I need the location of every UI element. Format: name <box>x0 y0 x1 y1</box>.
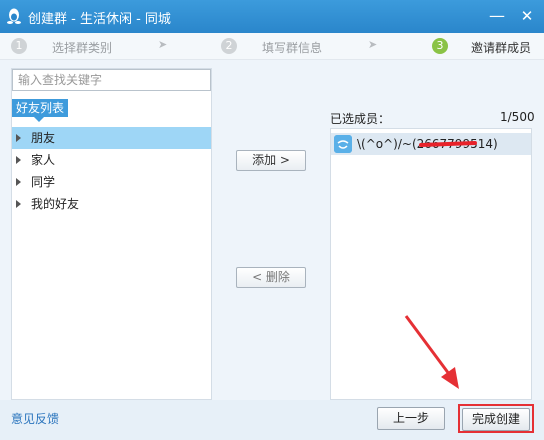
member-count: 1/500 <box>500 110 535 124</box>
group-label: 家人 <box>31 153 56 167</box>
group-item-my-friends[interactable]: 我的好友 <box>12 193 211 215</box>
group-item-classmates[interactable]: 同学 <box>12 171 211 193</box>
create-group-window: 创建群 - 生活休闲 - 同城 — ✕ 1 选择群类别 ➤ 2 填写群信息 ➤ … <box>0 0 544 440</box>
friend-list-panel: 好友列表 朋友 家人 同学 我的好友 <box>11 68 212 400</box>
expand-caret-icon[interactable] <box>16 156 21 164</box>
step-3-number: 3 <box>432 38 448 54</box>
tab-friend-list[interactable]: 好友列表 <box>12 99 69 117</box>
step-2-label: 填写群信息 <box>262 41 323 55</box>
main-body: 好友列表 朋友 家人 同学 我的好友 添加 > < 删除 已选成员： 1/500 <box>0 60 544 400</box>
wizard-steps: 1 选择群类别 ➤ 2 填写群信息 ➤ 3 邀请群成员 <box>0 33 544 60</box>
tab-caret-icon <box>34 117 44 122</box>
title-bar: 创建群 - 生活休闲 - 同城 — ✕ <box>0 0 544 33</box>
avatar <box>334 135 352 153</box>
search-input[interactable] <box>12 69 211 91</box>
step-arrow-icon: ➤ <box>158 38 168 51</box>
step-3-label: 邀请群成员 <box>471 41 532 55</box>
feedback-link[interactable]: 意见反馈 <box>11 410 59 427</box>
previous-step-button[interactable]: 上一步 <box>377 407 445 430</box>
group-item-family[interactable]: 家人 <box>12 149 211 171</box>
group-label: 朋友 <box>31 131 56 145</box>
add-member-button[interactable]: 添加 > <box>236 150 306 171</box>
step-arrow-icon: ➤ <box>368 38 378 51</box>
list-item[interactable]: \(^o^)/~(2667799514) <box>331 133 531 155</box>
remove-member-button[interactable]: < 删除 <box>236 267 306 288</box>
window-title: 创建群 - 生活休闲 - 同城 <box>28 12 171 27</box>
expand-caret-icon[interactable] <box>16 134 21 142</box>
finish-highlight-box: 完成创建 <box>458 404 534 433</box>
finish-create-button[interactable]: 完成创建 <box>462 408 530 431</box>
selected-members-heading: 已选成员： <box>330 112 391 126</box>
group-label: 我的好友 <box>31 197 80 211</box>
minimize-button[interactable]: — <box>486 5 508 27</box>
group-label: 同学 <box>31 175 56 189</box>
expand-caret-icon[interactable] <box>16 178 21 186</box>
step-2-number: 2 <box>221 38 237 54</box>
expand-caret-icon[interactable] <box>16 200 21 208</box>
selected-members-panel: \(^o^)/~(2667799514) <box>330 128 532 400</box>
step-1-number: 1 <box>11 38 27 54</box>
step-1-label: 选择群类别 <box>52 41 113 55</box>
group-item-friends[interactable]: 朋友 <box>12 127 211 149</box>
footer-bar: 意见反馈 上一步 完成创建 <box>0 400 544 440</box>
qq-penguin-icon <box>7 8 21 24</box>
close-button[interactable]: ✕ <box>516 5 538 27</box>
